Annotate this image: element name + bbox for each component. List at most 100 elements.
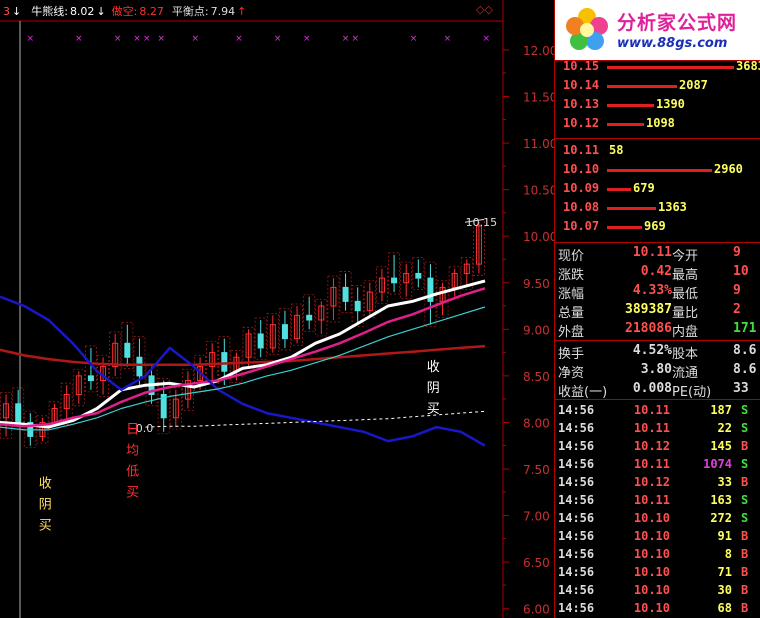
stat-row: 涨幅 4.33% 最低 9 [555,282,760,302]
stat-value: 10 [733,264,749,279]
signal-label-char: 买 [126,486,139,501]
indicator-name: 牛熊线: [31,5,68,18]
tick-time: 14:56 [558,511,595,525]
book-row: 10.10 2960 [555,161,760,179]
stat-row: 净资 3.80 流通 8.6 [555,361,760,381]
tick-row[interactable]: 14:56 10.10 272 S [555,510,760,528]
stat-label: 流通 [672,366,699,381]
book-price: 10.10 [563,162,600,176]
signal-label-char: 阴 [39,498,52,513]
tick-row[interactable]: 14:56 10.10 71 B [555,564,760,582]
book-volume-bar [607,188,631,191]
logo-title: 分析家公式网 [617,12,738,34]
divider [555,242,760,243]
tick-volume: 71 [717,565,732,579]
signal-label-char: 买 [39,519,52,534]
balance-value: 7.94 [210,4,236,18]
tick-row[interactable]: 14:56 10.11 163 S [555,492,760,510]
stat-label: 净资 [558,366,585,381]
book-row: 10.15 3683 [555,58,760,76]
stat-label: 今开 [672,249,699,264]
book-volume: 2087 [679,78,708,92]
candle-body [124,342,131,358]
signal-marker: × [191,34,199,44]
tick-row[interactable]: 14:56 10.10 91 B [555,528,760,546]
y-tick-label: 6.50 [523,556,550,570]
book-price: 10.15 [563,59,600,73]
stat-row: 涨跌 0.42 最高 10 [555,263,760,283]
short-value: 8.27 [139,4,164,18]
tick-price: 10.11 [633,493,670,507]
tick-price: 10.10 [633,511,670,525]
stat-label: 换手 [558,347,585,362]
stat-label: 涨幅 [558,287,585,302]
tick-side: B [741,601,749,615]
tick-row[interactable]: 14:56 10.12 145 B [555,438,760,456]
candle-body [306,314,313,321]
book-row: 10.07 969 [555,218,760,236]
tick-volume: 145 [710,439,732,453]
tick-side: B [741,547,749,561]
divider [555,138,760,139]
tick-row[interactable]: 14:56 10.10 8 B [555,546,760,564]
candle-body [342,286,349,302]
candle-body [136,356,143,377]
tick-row[interactable]: 14:56 10.12 33 B [555,474,760,492]
tick-price: 10.10 [633,583,670,597]
tick-volume: 91 [717,529,732,543]
signal-marker: × [158,34,166,44]
arrow-up-icon: ↑ [237,4,247,18]
book-volume-bar [607,85,677,88]
candle-body [281,324,288,340]
signal-marker: × [143,34,151,44]
kline-chart[interactable]: 12.00 11.50 11.00 10.50 10.00 9.50 9.00 8.50 8.0… [0,0,555,618]
y-tick-label: 8.50 [523,370,550,384]
book-volume: 1363 [658,200,687,214]
logo-url: www.88gs.com [617,36,728,51]
tick-row[interactable]: 14:56 10.10 30 B [555,582,760,600]
book-volume-bar [607,66,734,69]
stat-row: 外盘 218086 内盘 171 [555,320,760,340]
signal-marker: × [27,34,35,44]
window-control-icons[interactable]: ◇◇ [476,3,493,16]
book-row: 10.12 1098 [555,115,760,133]
signal-marker: × [274,34,282,44]
indicator-bar: 3 ↓ 牛熊线: 8.02 ↓ 做空: 8.27 平衡点: 7.94 ↑ [0,0,500,22]
tick-side: B [741,529,749,543]
divider [555,340,760,341]
tick-row[interactable]: 14:56 10.10 68 B [555,600,760,618]
book-volume: 2960 [714,162,743,176]
book-volume-bar [607,123,644,126]
stat-label: 股本 [672,347,699,362]
tick-time: 14:56 [558,565,595,579]
arrow-down-icon: ↓ [96,4,106,18]
book-volume-bar [607,169,712,172]
signal-label-char: 日 [126,423,139,438]
signal-label-char: 买 [427,402,440,417]
tick-volume: 1074 [703,457,732,471]
flower-logo-icon [566,8,608,50]
book-row: 10.08 1363 [555,199,760,217]
book-row: 10.14 2087 [555,77,760,95]
panel-divider [554,0,555,618]
y-tick-label: 11.50 [523,91,555,105]
tick-row[interactable]: 14:56 10.11 22 S [555,420,760,438]
tick-volume: 163 [710,493,732,507]
tick-price: 10.11 [633,457,670,471]
stat-row: 换手 4.52% 股本 8.6 [555,342,760,362]
stat-value: 171 [733,321,757,336]
book-price: 10.12 [563,116,600,130]
signal-label-char: 收 [427,360,440,375]
signal-marker: × [133,34,141,44]
signal-marker: × [114,34,122,44]
stat-value: 33 [733,381,749,396]
tick-row[interactable]: 14:56 10.11 187 S [555,402,760,420]
chart-canvas[interactable]: 12.00 11.50 11.00 10.50 10.00 9.50 9.00 8.50 8.0… [0,0,555,618]
tick-row[interactable]: 14:56 10.11 1074 S [555,456,760,474]
book-volume: 969 [644,219,666,233]
book-price: 10.11 [563,143,600,157]
stat-value: 4.33% [632,283,672,298]
book-volume: 3683 [736,59,760,73]
y-tick-label: 10.50 [523,184,555,198]
stat-value: 0.42 [640,264,672,279]
